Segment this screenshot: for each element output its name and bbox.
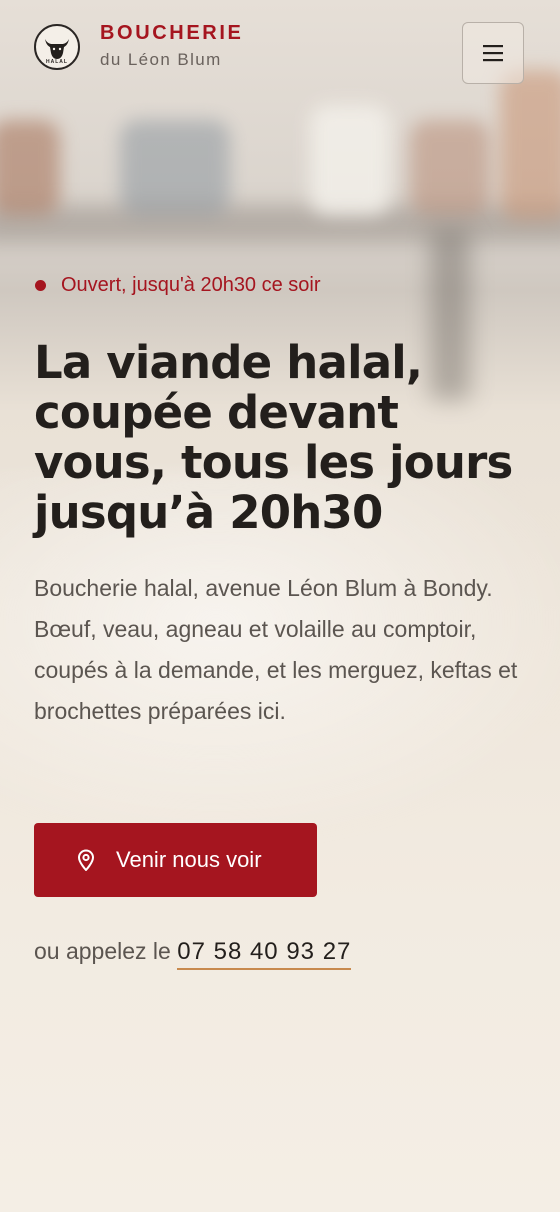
hamburger-icon (483, 45, 503, 62)
hero-description: Boucherie halal, avenue Léon Blum à Bond… (34, 575, 518, 724)
logo-badge-text: HALAL (46, 59, 68, 65)
brand-name[interactable]: BOUCHERIE (100, 22, 243, 45)
brand-subtitle: du Léon Blum (100, 50, 222, 69)
phone-line: ou appelez le 07 58 40 93 27 (34, 938, 352, 970)
phone-link[interactable]: 07 58 40 93 27 (177, 938, 352, 970)
map-pin-icon (77, 849, 95, 871)
site-header: HALAL BOUCHERIE du Léon Blum (0, 0, 560, 100)
visit-us-button[interactable]: Venir nous voir (34, 823, 317, 897)
opening-status-text: Ouvert, jusqu'à 20h30 ce soir (61, 274, 321, 296)
opening-status: Ouvert, jusqu'à 20h30 ce soir (34, 274, 321, 297)
menu-button[interactable] (462, 22, 524, 84)
visit-us-label: Venir nous voir (116, 847, 262, 872)
logo[interactable]: HALAL (34, 24, 80, 70)
status-dot-icon (35, 280, 46, 291)
phone-prefix: ou appelez le (34, 938, 178, 964)
bull-head-icon (45, 39, 69, 59)
hero-title: La viande halal, coupée devant vous, tou… (34, 336, 513, 539)
